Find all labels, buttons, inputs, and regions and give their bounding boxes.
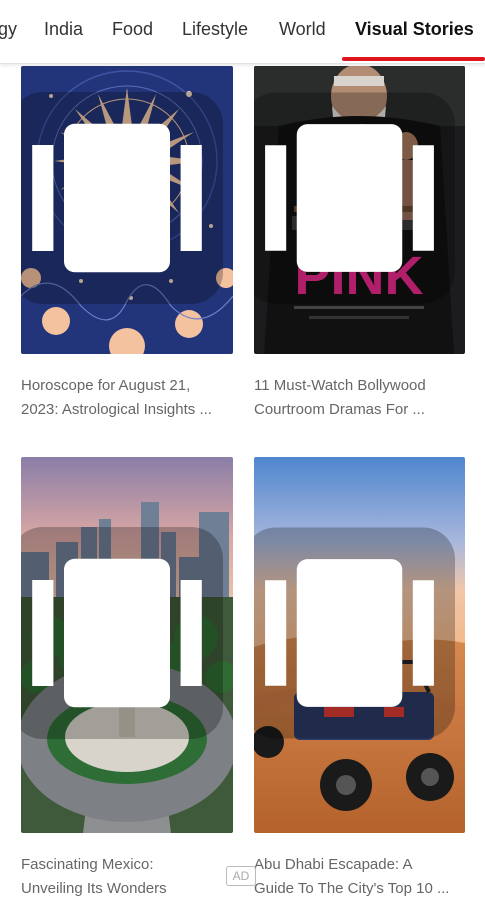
ad-badge[interactable]: AD xyxy=(226,866,256,886)
tab-india[interactable]: India xyxy=(44,0,83,62)
stories-icon xyxy=(21,92,223,304)
story-caption-abu-dhabi[interactable]: Abu Dhabi Escapade: A Guide To The City'… xyxy=(254,853,466,900)
tab-food[interactable]: Food xyxy=(112,0,153,62)
story-caption-mexico[interactable]: Fascinating Mexico: Unveiling Its Wonder… xyxy=(21,853,233,900)
story-card-image-horoscope[interactable] xyxy=(21,66,233,354)
tab-world[interactable]: World xyxy=(279,0,326,62)
story-card-image-mexico[interactable] xyxy=(21,457,233,833)
story-card-image-bollywood[interactable]: PINK xyxy=(254,66,465,354)
stories-icon xyxy=(254,527,455,739)
story-card-image-abu-dhabi[interactable] xyxy=(254,457,465,833)
active-tab-indicator xyxy=(342,57,485,61)
tab-visual-stories[interactable]: Visual Stories xyxy=(355,0,474,62)
story-caption-bollywood[interactable]: 11 Must-Watch Bollywood Courtroom Dramas… xyxy=(254,374,466,422)
category-tab-bar: gy India Food Lifestyle World Visual Sto… xyxy=(0,0,485,64)
story-caption-horoscope[interactable]: Horoscope for August 21, 2023: Astrologi… xyxy=(21,374,233,422)
stories-icon xyxy=(254,92,455,304)
tab-lifestyle[interactable]: Lifestyle xyxy=(182,0,248,62)
stories-icon xyxy=(21,527,223,739)
tab-technology[interactable]: gy xyxy=(0,0,17,62)
